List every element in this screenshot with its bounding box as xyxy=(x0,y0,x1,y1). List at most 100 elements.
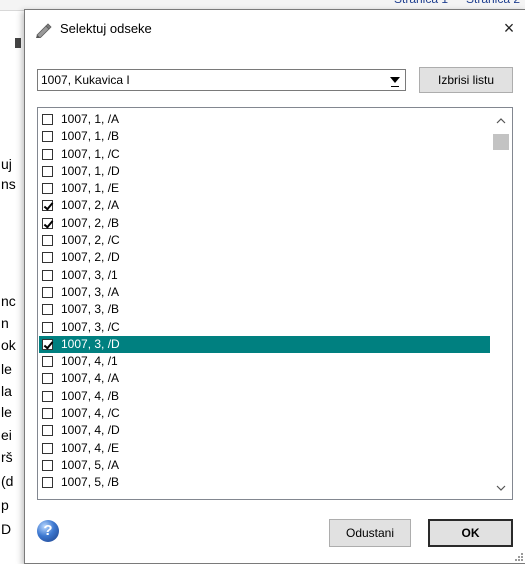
list-item[interactable]: 1007, 4, /E xyxy=(39,440,490,457)
list-item[interactable]: 1007, 4, /D xyxy=(39,422,490,439)
checkbox[interactable] xyxy=(42,200,54,212)
background-text: nc xyxy=(1,293,16,309)
list-item-label: 1007, 3, /1 xyxy=(61,267,118,282)
checkbox[interactable] xyxy=(42,459,53,471)
vertical-scrollbar[interactable] xyxy=(490,108,512,499)
list-item[interactable]: 1007, 4, /C xyxy=(39,405,490,422)
close-icon: × xyxy=(503,18,515,38)
background-marker xyxy=(15,38,21,48)
pencil-icon xyxy=(35,22,53,39)
list-item[interactable]: 1007, 2, /B xyxy=(39,215,490,232)
checkmark-icon xyxy=(43,218,54,229)
list-item-label: 1007, 2, /C xyxy=(61,233,120,248)
sections-checklist[interactable]: 1007, 1, /A 1007, 1, /B 1007, 1, /C 1007, 1… xyxy=(37,107,513,500)
checkbox[interactable] xyxy=(42,286,53,298)
list-item[interactable]: 1007, 4, /1 xyxy=(39,353,490,370)
checkbox[interactable] xyxy=(42,304,53,316)
background-text: uj xyxy=(1,156,12,172)
close-button[interactable]: × xyxy=(497,16,521,40)
checkbox[interactable] xyxy=(42,235,53,247)
checkbox[interactable] xyxy=(42,338,54,350)
list-item-label: 1007, 3, /C xyxy=(61,319,120,334)
select-sections-dialog: Selektuj odseke × 1007, Kukavica I Izbri… xyxy=(24,9,525,564)
background-text: n xyxy=(1,315,9,331)
list-item-label: 1007, 2, /A xyxy=(61,198,120,213)
help-icon[interactable]: ? xyxy=(37,520,59,542)
list-item[interactable]: 1007, 3, /D xyxy=(39,335,490,354)
list-item[interactable]: 1007, 3, /C xyxy=(39,319,490,336)
ok-button[interactable]: OK xyxy=(428,519,513,547)
list-item[interactable]: 1007, 4, /B xyxy=(39,388,490,405)
dropdown-selected-value: 1007, Kukavica I xyxy=(41,73,130,87)
scroll-down-arrow-icon[interactable] xyxy=(493,483,509,495)
list-item-label: 1007, 1, /B xyxy=(61,129,120,144)
list-item-label: 1007, 1, /E xyxy=(61,181,120,196)
list-item[interactable]: 1007, 2, /D xyxy=(39,249,490,266)
background-text: la xyxy=(1,383,12,399)
list-item-label: 1007, 4, /D xyxy=(61,423,120,438)
list-item-label: 1007, 5, /A xyxy=(61,457,120,472)
background-text: le xyxy=(1,404,12,420)
dialog-titlebar[interactable]: Selektuj odseke × xyxy=(25,10,525,48)
checkbox[interactable] xyxy=(42,269,53,281)
background-text: ok xyxy=(1,337,16,353)
scroll-up-arrow-icon[interactable] xyxy=(493,116,509,128)
background-text: ei xyxy=(1,427,12,443)
list-item[interactable]: 1007, 3, /B xyxy=(39,301,490,318)
background-text: ns xyxy=(1,176,16,192)
background-text: (d xyxy=(1,473,14,489)
dialog-title: Selektuj odseke xyxy=(60,21,152,36)
list-item-label: 1007, 1, /D xyxy=(61,163,120,178)
checkbox[interactable] xyxy=(42,252,53,264)
checklist-items: 1007, 1, /A 1007, 1, /B 1007, 1, /C 1007, 1… xyxy=(39,111,490,492)
background-text: p xyxy=(1,497,9,513)
checkbox[interactable] xyxy=(42,217,54,229)
list-item-label: 1007, 5, /B xyxy=(61,475,120,490)
list-item[interactable]: 1007, 2, /C xyxy=(39,232,490,249)
checkbox[interactable] xyxy=(42,165,53,177)
list-item-label: 1007, 4, /C xyxy=(61,406,120,421)
list-item[interactable]: 1007, 3, /A xyxy=(39,284,490,301)
checkbox[interactable] xyxy=(42,477,53,489)
checkbox[interactable] xyxy=(42,408,53,420)
scroll-thumb[interactable] xyxy=(493,134,509,150)
list-item-label: 1007, 2, /D xyxy=(61,250,120,265)
list-item[interactable]: 1007, 1, /C xyxy=(39,146,490,163)
cancel-button[interactable]: Odustani xyxy=(329,519,411,547)
list-item-label: 1007, 4, /E xyxy=(61,440,120,455)
checkmark-icon xyxy=(43,339,54,350)
forest-unit-dropdown[interactable]: 1007, Kukavica I xyxy=(37,69,406,91)
delete-list-button[interactable]: Izbrisi listu xyxy=(419,67,513,93)
background-text: D xyxy=(1,521,12,537)
checkbox[interactable] xyxy=(42,148,53,160)
checkbox[interactable] xyxy=(42,356,53,368)
list-item[interactable]: 1007, 5, /B xyxy=(39,474,490,491)
checkbox[interactable] xyxy=(42,114,53,125)
list-item[interactable]: 1007, 1, /E xyxy=(39,180,490,197)
checkbox[interactable] xyxy=(42,442,53,454)
checkbox[interactable] xyxy=(42,183,53,195)
chevron-down-icon[interactable] xyxy=(387,72,403,88)
list-item[interactable]: 1007, 3, /1 xyxy=(39,267,490,284)
resize-grip-icon[interactable] xyxy=(512,550,524,562)
list-item-label: 1007, 1, /C xyxy=(61,146,120,161)
list-item[interactable]: 1007, 1, /A xyxy=(39,111,490,128)
list-item[interactable]: 1007, 2, /A xyxy=(39,197,490,214)
checkbox[interactable] xyxy=(42,390,53,402)
checkbox[interactable] xyxy=(42,425,53,437)
checkbox[interactable] xyxy=(42,321,53,333)
background-text: le xyxy=(1,361,12,377)
background-tab-2[interactable]: Stranica 2 xyxy=(466,0,520,8)
list-item-label: 1007, 4, /A xyxy=(61,371,120,386)
checkbox[interactable] xyxy=(42,373,53,385)
list-item-label: 1007, 4, /1 xyxy=(61,354,118,369)
list-item[interactable]: 1007, 1, /B xyxy=(39,128,490,145)
list-item[interactable]: 1007, 1, /D xyxy=(39,163,490,180)
background-tab-1[interactable]: Stranica 1 xyxy=(394,0,448,8)
list-item[interactable]: 1007, 5, /A xyxy=(39,457,490,474)
checkbox[interactable] xyxy=(42,131,53,143)
list-item-label: 1007, 1, /A xyxy=(61,112,120,126)
list-item[interactable]: 1007, 4, /A xyxy=(39,370,490,387)
list-item-label: 1007, 3, /D xyxy=(61,336,120,351)
checkmark-icon xyxy=(43,200,54,212)
